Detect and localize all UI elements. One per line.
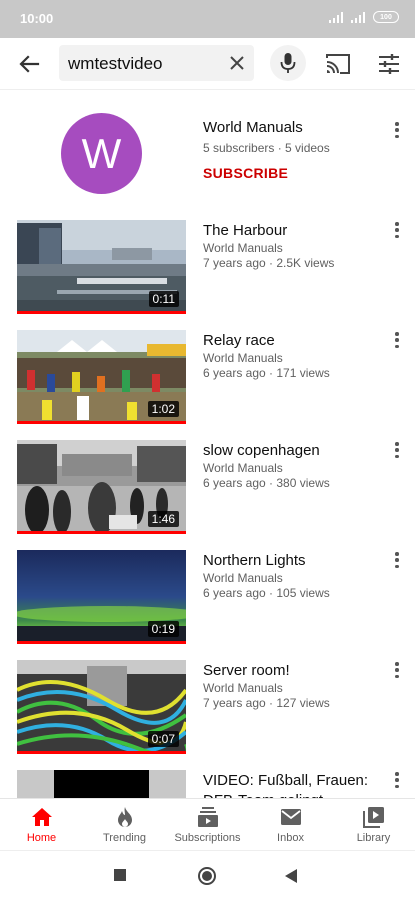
subscribe-button[interactable]: SUBSCRIBE bbox=[203, 165, 288, 181]
nav-inbox[interactable]: Inbox bbox=[249, 799, 332, 851]
video-item[interactable]: VIDEO: Fußball, Frauen: DFB-Team gelingt bbox=[0, 758, 415, 798]
channel-meta: 5 subscribers · 5 videos bbox=[203, 141, 330, 155]
video-thumbnail[interactable]: 0:19 bbox=[17, 550, 186, 644]
nav-home[interactable]: Home bbox=[0, 799, 83, 851]
video-item[interactable]: 0:11 The Harbour World Manuals 7 years a… bbox=[0, 208, 415, 318]
more-vert-icon[interactable] bbox=[393, 550, 401, 570]
library-icon bbox=[362, 806, 386, 828]
nav-label: Home bbox=[26, 832, 57, 844]
battery-icon: 100 bbox=[373, 11, 399, 23]
video-item[interactable]: 0:07 Server room! World Manuals 7 years … bbox=[0, 648, 415, 758]
video-duration: 0:07 bbox=[147, 731, 179, 747]
video-meta: 7 years ago · 127 views bbox=[203, 696, 330, 710]
video-title[interactable]: Relay race bbox=[203, 331, 373, 351]
channel-name[interactable]: World Manuals bbox=[203, 119, 303, 136]
cast-button[interactable] bbox=[324, 50, 352, 78]
video-duration: 0:19 bbox=[147, 621, 179, 637]
more-vert-icon[interactable] bbox=[393, 770, 401, 790]
status-icons: 100 bbox=[329, 11, 399, 23]
video-channel: World Manuals bbox=[203, 571, 283, 585]
more-vert-icon[interactable] bbox=[393, 330, 401, 350]
video-title[interactable]: Northern Lights bbox=[203, 551, 373, 571]
watch-progress-bar bbox=[17, 641, 186, 644]
clear-icon bbox=[230, 56, 244, 70]
video-channel: World Manuals bbox=[203, 241, 283, 255]
video-meta: 6 years ago · 105 views bbox=[203, 586, 330, 600]
nav-label: Subscriptions bbox=[174, 832, 241, 844]
search-input[interactable]: wmtestvideo bbox=[59, 45, 254, 81]
video-channel: World Manuals bbox=[203, 461, 283, 475]
video-item[interactable]: 0:19 Northern Lights World Manuals 6 yea… bbox=[0, 538, 415, 648]
video-thumbnail[interactable]: 0:07 bbox=[17, 660, 186, 754]
bottom-navigation: Home Trending Subscriptions Inbox Librar… bbox=[0, 798, 415, 850]
search-header: wmtestvideo bbox=[0, 38, 415, 90]
signal-icon bbox=[351, 11, 365, 23]
mic-icon bbox=[280, 53, 296, 73]
status-bar: 10:00 100 bbox=[0, 0, 415, 38]
nav-label: Inbox bbox=[277, 832, 304, 844]
system-navigation-bar bbox=[0, 850, 415, 900]
video-title[interactable]: Server room! bbox=[203, 661, 373, 681]
mail-icon bbox=[279, 806, 303, 828]
home-circle-icon[interactable] bbox=[197, 866, 217, 886]
nav-library[interactable]: Library bbox=[332, 799, 415, 851]
video-thumbnail[interactable]: 1:02 bbox=[17, 330, 186, 424]
video-title[interactable]: slow copenhagen bbox=[203, 441, 373, 461]
channel-avatar[interactable]: W bbox=[61, 113, 142, 194]
video-duration: 0:11 bbox=[148, 291, 179, 307]
video-meta: 6 years ago · 171 views bbox=[203, 366, 330, 380]
back-triangle-icon[interactable] bbox=[284, 868, 298, 884]
more-vert-icon[interactable] bbox=[393, 120, 401, 140]
status-time: 10:00 bbox=[20, 11, 54, 26]
video-duration: 1:02 bbox=[147, 401, 179, 417]
avatar-letter: W bbox=[81, 129, 122, 177]
video-item[interactable]: 1:46 slow copenhagen World Manuals 6 yea… bbox=[0, 428, 415, 538]
clear-search-button[interactable] bbox=[228, 54, 246, 72]
video-title[interactable]: The Harbour bbox=[203, 221, 373, 241]
back-button[interactable] bbox=[14, 50, 44, 78]
stop-icon[interactable] bbox=[113, 868, 127, 882]
more-vert-icon[interactable] bbox=[393, 440, 401, 460]
nav-subscriptions[interactable]: Subscriptions bbox=[166, 799, 249, 851]
video-meta: 7 years ago · 2.5K views bbox=[203, 256, 335, 270]
video-thumbnail[interactable]: 1:46 bbox=[17, 440, 186, 534]
channel-result[interactable]: W World Manuals 5 subscribers · 5 videos… bbox=[0, 90, 415, 208]
home-icon bbox=[30, 806, 54, 828]
search-query[interactable]: wmtestvideo bbox=[68, 54, 162, 74]
video-title[interactable]: VIDEO: Fußball, Frauen: DFB-Team gelingt bbox=[203, 771, 373, 798]
video-channel: World Manuals bbox=[203, 681, 283, 695]
more-vert-icon[interactable] bbox=[393, 220, 401, 240]
nav-label: Library bbox=[356, 832, 391, 844]
nav-trending[interactable]: Trending bbox=[83, 799, 166, 851]
video-channel: World Manuals bbox=[203, 351, 283, 365]
nav-label: Trending bbox=[102, 832, 146, 844]
signal-icon bbox=[329, 11, 343, 23]
football-thumbnail-image bbox=[17, 770, 186, 798]
voice-search-button[interactable] bbox=[270, 45, 306, 81]
watch-progress-bar bbox=[17, 311, 186, 314]
video-duration: 1:46 bbox=[147, 511, 179, 527]
watch-progress-bar bbox=[17, 421, 186, 424]
filter-icon bbox=[379, 54, 399, 74]
watch-progress-bar bbox=[17, 751, 186, 754]
video-meta: 6 years ago · 380 views bbox=[203, 476, 330, 490]
subscriptions-icon bbox=[196, 806, 220, 828]
flame-icon bbox=[113, 806, 137, 828]
filter-button[interactable] bbox=[376, 50, 402, 78]
more-vert-icon[interactable] bbox=[393, 660, 401, 680]
back-arrow-icon bbox=[19, 55, 40, 73]
battery-level: 100 bbox=[380, 13, 392, 21]
cast-icon bbox=[326, 54, 350, 74]
video-thumbnail[interactable]: 0:11 bbox=[17, 220, 186, 314]
video-thumbnail[interactable] bbox=[17, 770, 186, 798]
video-item[interactable]: 1:02 Relay race World Manuals 6 years ag… bbox=[0, 318, 415, 428]
watch-progress-bar bbox=[17, 531, 186, 534]
